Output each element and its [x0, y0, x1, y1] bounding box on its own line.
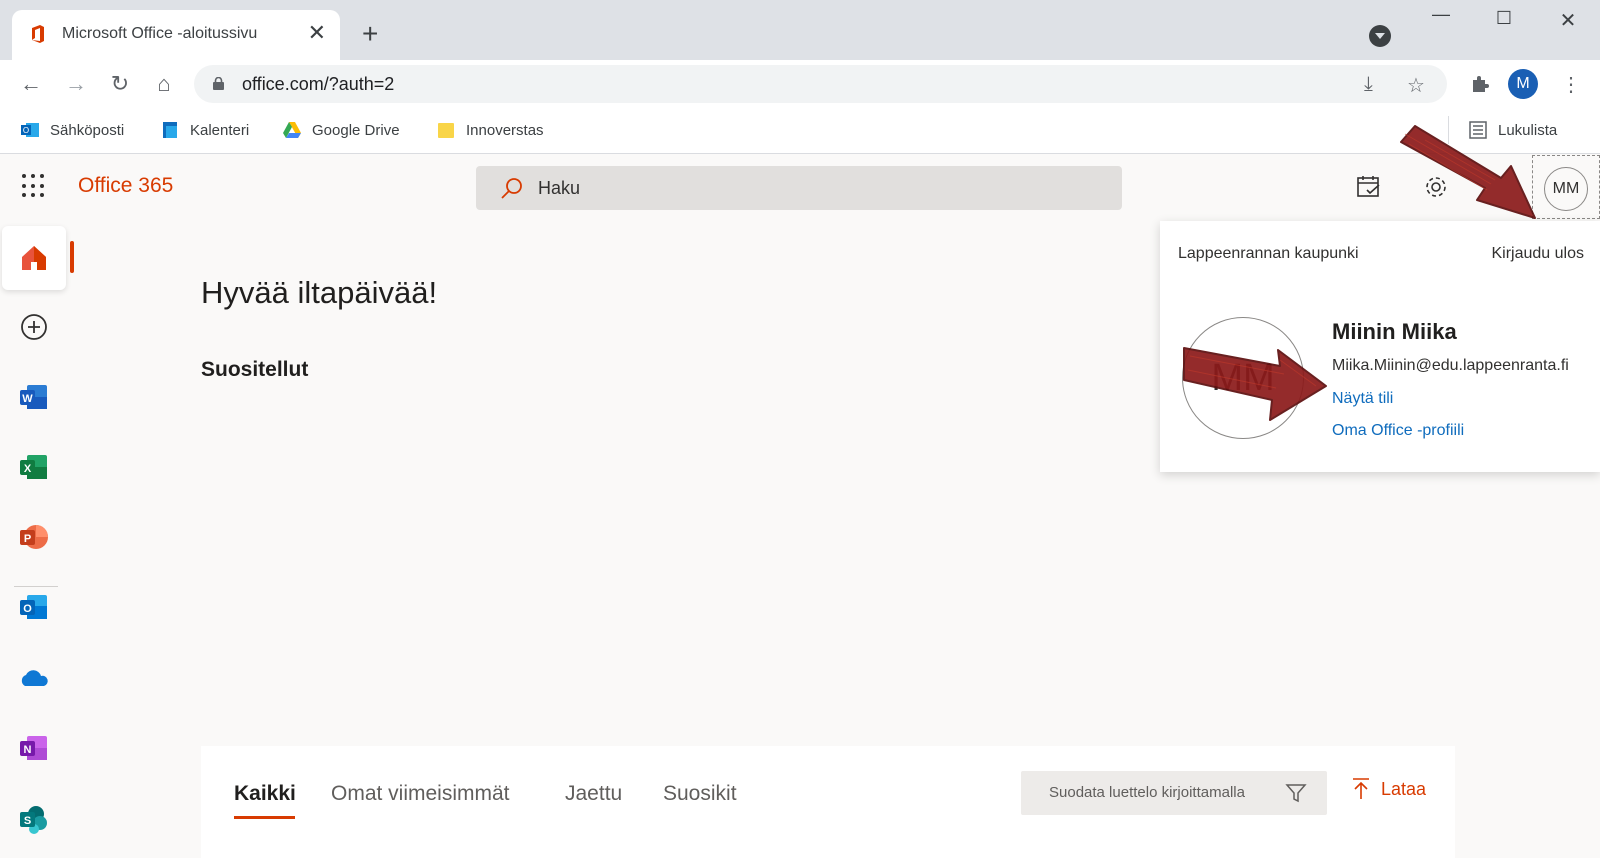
view-account-link[interactable]: Näytä tili — [1332, 390, 1393, 408]
search-icon — [501, 178, 522, 199]
office-brand[interactable]: Office 365 — [78, 174, 173, 198]
back-icon[interactable]: ← — [17, 70, 45, 98]
upload-label: Lataa — [1381, 778, 1427, 799]
bookmark-item[interactable]: Google Drive — [282, 120, 400, 140]
folder-icon — [438, 123, 454, 138]
office-profile-link[interactable]: Oma Office -profiili — [1332, 422, 1464, 440]
svg-text:X: X — [24, 463, 32, 475]
upload-button[interactable]: Lataa — [1351, 777, 1426, 801]
search-box[interactable]: Haku — [476, 166, 1122, 210]
focus-outline — [1532, 155, 1600, 219]
user-name: Miinin Miika — [1332, 319, 1457, 344]
files-card: Kaikki Omat viimeisimmät Jaettu Suosikit… — [201, 746, 1455, 858]
reading-list-icon — [1469, 121, 1487, 139]
new-tab-icon[interactable]: + — [362, 20, 378, 48]
filter-input[interactable]: Suodata luettelo kirjoittamalla — [1021, 771, 1327, 815]
account-panel: Lappeenrannan kaupunki Kirjaudu ulos MM … — [1160, 221, 1600, 472]
outlook-icon: O — [21, 123, 39, 137]
settings-gear-icon[interactable] — [1423, 174, 1449, 200]
tab-all[interactable]: Kaikki — [234, 782, 296, 806]
app-launcher-icon[interactable] — [22, 174, 46, 198]
svg-text:W: W — [22, 393, 33, 405]
tab-recent[interactable]: Omat viimeisimmät — [331, 782, 510, 806]
calendar-icon — [163, 122, 177, 138]
rail-home-button[interactable] — [2, 226, 66, 290]
bookmarks-bar: O Sähköposti Kalenteri Google Drive Inno… — [0, 108, 1600, 154]
svg-text:P: P — [24, 533, 31, 545]
sharepoint-icon[interactable]: S — [19, 804, 49, 834]
rail-divider — [14, 586, 58, 587]
reload-icon[interactable]: ↻ — [106, 70, 134, 98]
browser-profile-avatar[interactable]: M — [1508, 69, 1538, 99]
filter-icon — [1285, 784, 1307, 803]
tab-search-icon[interactable] — [1369, 25, 1391, 47]
office-favicon-icon — [32, 25, 44, 43]
tab-shared[interactable]: Jaettu — [565, 782, 622, 806]
browser-tabstrip: Microsoft Office -aloitussivu ✕ + — ☐ ✕ — [0, 0, 1600, 60]
reading-list-button[interactable]: Lukulista — [1468, 120, 1557, 140]
address-bar[interactable]: office.com/?auth=2 ⤓ ☆ — [194, 65, 1447, 103]
svg-text:N: N — [24, 744, 32, 756]
install-icon[interactable]: ⤓ — [1364, 73, 1373, 96]
user-email: Miika.Miinin@edu.lappeenranta.fi — [1332, 357, 1569, 374]
browser-tab-office[interactable]: Microsoft Office -aloitussivu ✕ — [12, 10, 340, 60]
profile-avatar[interactable]: MM — [1182, 317, 1304, 439]
divider — [1448, 116, 1449, 144]
forward-icon[interactable]: → — [62, 70, 90, 98]
svg-text:O: O — [23, 603, 32, 615]
rail-active-indicator — [70, 241, 74, 273]
tab-favorites[interactable]: Suosikit — [663, 782, 737, 806]
google-drive-icon — [283, 122, 301, 138]
minimize-icon[interactable]: — — [1426, 4, 1456, 25]
sign-out-link[interactable]: Kirjaudu ulos — [1492, 245, 1585, 263]
my-day-icon[interactable] — [1356, 174, 1382, 200]
excel-icon[interactable]: X — [19, 452, 49, 482]
url-text: office.com/?auth=2 — [242, 74, 395, 94]
browser-toolbar: ← → ↻ ⌂ office.com/?auth=2 ⤓ ☆ ⋮ — [0, 60, 1600, 108]
filter-placeholder: Suodata luettelo kirjoittamalla — [1049, 784, 1245, 801]
lock-icon — [213, 77, 224, 90]
svg-text:S: S — [24, 815, 31, 827]
close-window-icon[interactable]: ✕ — [1553, 8, 1583, 33]
home-icon[interactable]: ⌂ — [150, 70, 178, 98]
home-icon — [22, 246, 46, 270]
create-icon[interactable] — [19, 312, 49, 342]
app-rail: W X P O N S — [0, 218, 66, 858]
svg-text:O: O — [23, 126, 29, 135]
browser-menu-icon[interactable]: ⋮ — [1557, 70, 1585, 98]
profile-avatar-initials: MM — [1211, 357, 1275, 399]
bookmark-item[interactable]: Innoverstas — [436, 120, 544, 140]
tab-title: Microsoft Office -aloitussivu — [62, 25, 258, 42]
search-placeholder: Haku — [538, 178, 581, 198]
bookmark-item[interactable]: Kalenteri — [160, 120, 249, 140]
office-header: Office 365 Haku MM — [0, 154, 1600, 218]
bookmark-item[interactable]: O Sähköposti — [20, 120, 124, 140]
onedrive-icon[interactable] — [19, 664, 49, 694]
tab-close-icon[interactable]: ✕ — [308, 21, 326, 45]
bookmark-star-icon[interactable]: ☆ — [1407, 73, 1425, 98]
extensions-icon[interactable] — [1466, 70, 1494, 98]
onenote-icon[interactable]: N — [19, 733, 49, 763]
maximize-icon[interactable]: ☐ — [1489, 8, 1519, 29]
active-tab-underline — [234, 816, 295, 819]
word-icon[interactable]: W — [19, 382, 49, 412]
recommended-heading: Suositellut — [201, 358, 309, 381]
outlook-icon[interactable]: O — [19, 592, 49, 622]
powerpoint-icon[interactable]: P — [19, 522, 49, 552]
greeting-heading: Hyvää iltapäivää! — [201, 275, 438, 310]
organization-name: Lappeenrannan kaupunki — [1178, 245, 1359, 262]
upload-icon — [1353, 778, 1369, 799]
